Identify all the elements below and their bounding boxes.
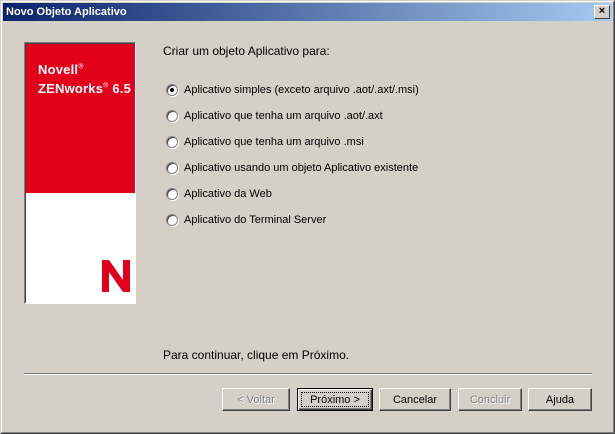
- option-simple-application[interactable]: Aplicativo simples (exceto arquivo .aot/…: [166, 82, 419, 98]
- logo-inner: Novell® ZENworks® 6.5: [25, 43, 135, 303]
- help-button[interactable]: Ajuda: [528, 388, 592, 411]
- next-button[interactable]: Próximo >: [297, 388, 373, 411]
- option-label: Aplicativo simples (exceto arquivo .aot/…: [184, 84, 419, 96]
- next-button-label: Próximo >: [310, 393, 360, 406]
- option-label: Aplicativo da Web: [184, 188, 272, 200]
- radio-button[interactable]: [166, 84, 178, 96]
- cancel-button[interactable]: Cancelar: [379, 388, 451, 411]
- product-version: 6.5: [112, 81, 132, 96]
- option-web-application[interactable]: Aplicativo da Web: [166, 186, 272, 202]
- footer-divider: [24, 373, 592, 375]
- product-reg-mark: ®: [103, 82, 109, 90]
- title-bar[interactable]: Novo Objeto Aplicativo ×: [3, 3, 612, 21]
- back-button-label: < Voltar: [237, 393, 275, 406]
- finish-button[interactable]: Concluir: [458, 388, 522, 411]
- option-terminal-server-application[interactable]: Aplicativo do Terminal Server: [166, 212, 326, 228]
- option-existing-object[interactable]: Aplicativo usando um objeto Aplicativo e…: [166, 160, 418, 176]
- finish-button-label: Concluir: [469, 393, 511, 406]
- option-label: Aplicativo usando um objeto Aplicativo e…: [184, 162, 419, 174]
- close-icon[interactable]: ×: [594, 5, 610, 19]
- product-name: ZENworks® 6.5: [38, 81, 131, 96]
- radio-button[interactable]: [166, 162, 178, 174]
- help-button-label: Ajuda: [545, 393, 575, 406]
- product-text: ZENworks: [38, 81, 104, 96]
- novell-n-logo-icon: [102, 260, 130, 292]
- logo-red-area: Novell® ZENworks® 6.5: [26, 44, 135, 193]
- brand-reg-mark: ®: [78, 63, 84, 71]
- option-aot-axt-application[interactable]: Aplicativo que tenha um arquivo .aot/.ax…: [166, 108, 383, 124]
- radio-button[interactable]: [166, 214, 178, 226]
- radio-button[interactable]: [166, 136, 178, 148]
- option-label: Aplicativo que tenha um arquivo .msi: [184, 136, 364, 148]
- back-button[interactable]: < Voltar: [222, 388, 290, 411]
- option-msi-application[interactable]: Aplicativo que tenha um arquivo .msi: [166, 134, 364, 150]
- options-heading: Criar um objeto Aplicativo para:: [163, 44, 330, 58]
- wizard-window: Novo Objeto Aplicativo × Novell® ZENwork…: [0, 0, 615, 434]
- window-title: Novo Objeto Aplicativo: [6, 6, 127, 18]
- instruction-text: Para continuar, clique em Próximo.: [163, 348, 350, 362]
- product-logo-panel: Novell® ZENworks® 6.5: [24, 42, 136, 304]
- option-label: Aplicativo do Terminal Server: [184, 214, 327, 226]
- brand-text: Novell: [38, 62, 79, 77]
- option-label: Aplicativo que tenha um arquivo .aot/.ax…: [184, 110, 383, 122]
- brand-name: Novell®: [38, 62, 84, 77]
- cancel-button-label: Cancelar: [392, 393, 438, 406]
- radio-button[interactable]: [166, 110, 178, 122]
- radio-button[interactable]: [166, 188, 178, 200]
